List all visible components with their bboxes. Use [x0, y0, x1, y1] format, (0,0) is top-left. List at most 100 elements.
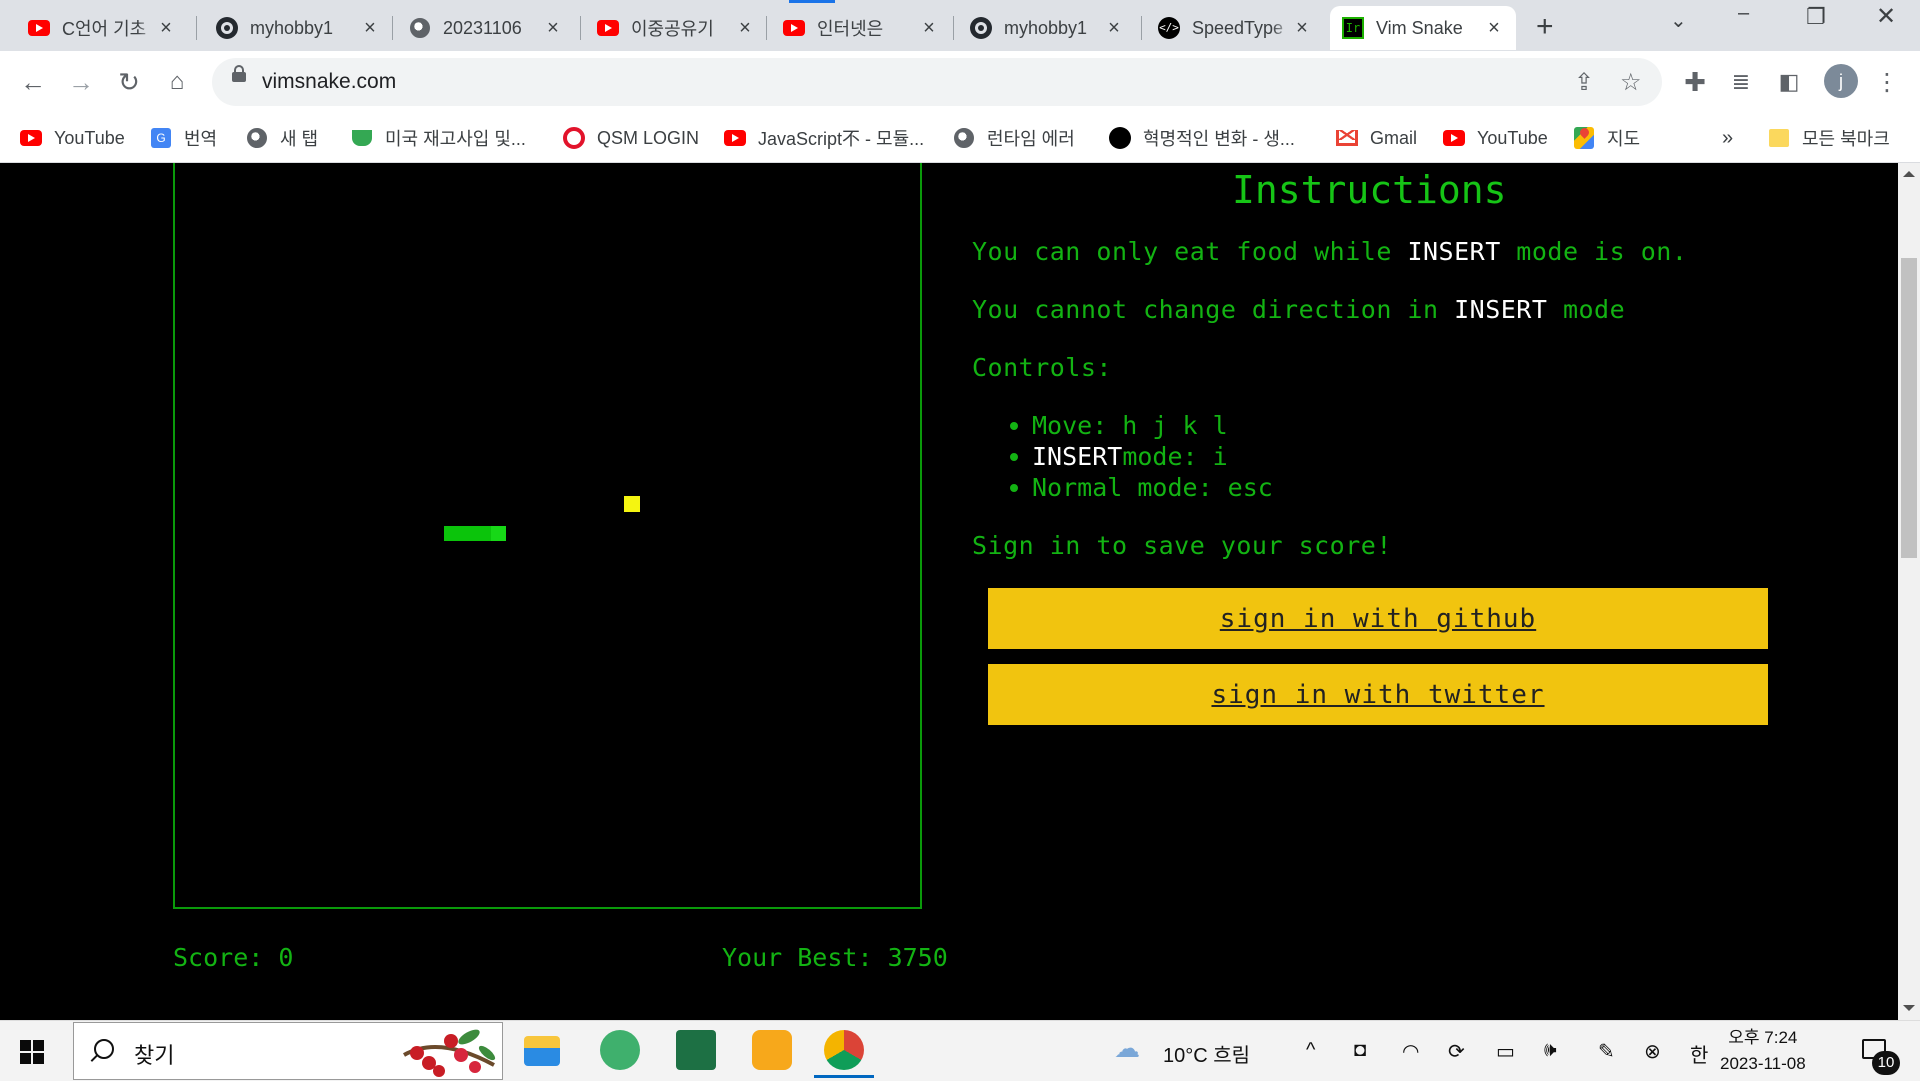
tab-youtube-c[interactable]: C언어 기초 × [16, 6, 188, 50]
minimize-icon[interactable]: – [1738, 2, 1749, 25]
youtube-icon [28, 17, 50, 39]
close-icon[interactable]: × [1104, 17, 1124, 40]
home-icon[interactable]: ⌂ [160, 65, 194, 99]
address-bar[interactable]: vimsnake.com ⇪ ☆ [212, 58, 1662, 106]
bookmark-us-stock[interactable]: 미국 재고사입 및... [351, 125, 526, 151]
battery-icon[interactable]: ▭ [1496, 1039, 1515, 1064]
bookmark-runtime-error[interactable]: 런타임 에러 [953, 125, 1075, 151]
profile-avatar[interactable]: j [1824, 64, 1858, 98]
new-tab-plus-icon[interactable]: + [1536, 10, 1554, 44]
bookmark-star-icon[interactable]: ☆ [1620, 68, 1642, 97]
close-icon[interactable]: × [1484, 17, 1504, 40]
bookmark-label: Gmail [1370, 127, 1418, 148]
close-icon[interactable]: × [1292, 17, 1312, 40]
close-icon[interactable]: × [919, 17, 939, 40]
rule-text: You cannot change direction in [972, 295, 1455, 324]
food-pellet [624, 496, 640, 512]
bookmark-youtube[interactable]: YouTube [20, 125, 125, 151]
youtube-icon [1443, 127, 1465, 149]
bookmarks-overflow-chevron-icon[interactable]: » [1722, 125, 1733, 151]
bookmark-label: 지도 [1607, 129, 1641, 149]
windows-taskbar: 찾기 ☁ 10°C 흐림 ^ ◘ ◠ ⟳ ▭ 🕪 ✎ ⊗ 한 오후 7:24 2… [0, 1020, 1920, 1081]
cup-icon [351, 127, 373, 149]
system-clock[interactable]: 오후 7:24 2023-11-08 [1720, 1025, 1806, 1077]
bookmark-label: QSM LOGIN [597, 127, 700, 148]
tab-separator [580, 16, 581, 40]
bookmark-javascript[interactable]: JavaScript不 - 모듈... [724, 125, 924, 151]
extensions-puzzle-icon[interactable]: ✚ [1678, 65, 1712, 99]
snake-head [491, 526, 506, 541]
side-panel-icon[interactable]: ◧ [1772, 65, 1806, 99]
file-explorer-icon[interactable] [524, 1036, 560, 1066]
tab-vim-snake[interactable]: Ir Vim Snake × [1330, 6, 1516, 50]
scroll-down-arrow-icon[interactable] [1903, 1005, 1915, 1011]
url-text[interactable]: vimsnake.com [262, 70, 396, 94]
scroll-up-arrow-icon[interactable] [1903, 171, 1915, 177]
sign-in-github-button[interactable]: sign in with github [988, 588, 1768, 649]
reload-icon[interactable]: ↻ [112, 65, 146, 99]
tab-speedtype[interactable]: </> SpeedType × [1146, 6, 1324, 50]
menu-dots-icon[interactable]: ⋮ [1870, 65, 1904, 99]
sign-in-twitter-button[interactable]: sign in with twitter [988, 664, 1768, 725]
best-score-text: Your Best: 3750 [722, 943, 948, 972]
globe-icon [409, 17, 431, 39]
lock-icon[interactable] [232, 65, 246, 82]
back-arrow-icon[interactable]: ← [16, 65, 50, 99]
all-bookmarks-folder[interactable]: 모든 북마크 [1768, 125, 1890, 151]
weather-text[interactable]: 10°C 흐림 [1163, 1039, 1250, 1068]
scrollbar-thumb[interactable] [1901, 258, 1917, 558]
meet-camera-icon[interactable]: ◘ [1354, 1039, 1366, 1062]
bookmark-gmail[interactable]: Gmail [1336, 125, 1417, 151]
tab-youtube-internet[interactable]: 인터넷은 × [771, 0, 951, 50]
bookmark-translate[interactable]: G 번역 [150, 125, 217, 151]
bookmark-qsm[interactable]: QSM LOGIN [563, 125, 699, 151]
forward-arrow-icon[interactable]: → [64, 65, 98, 99]
pen-icon[interactable]: ✎ [1598, 1039, 1615, 1064]
chrome-icon[interactable] [814, 1030, 874, 1078]
close-icon[interactable]: × [543, 17, 563, 40]
insert-eat-rule: You can only eat food while INSERT mode … [972, 237, 1687, 266]
share-icon[interactable]: ⇪ [1574, 68, 1594, 97]
bookmark-revolution[interactable]: 혁명적인 변화 - 생... [1109, 125, 1295, 151]
bookmark-new-tab[interactable]: 새 탭 [246, 125, 318, 151]
media-control-icon[interactable]: ≣ [1724, 65, 1758, 99]
display-sync-icon[interactable]: ⟳ [1448, 1039, 1465, 1064]
tab-youtube-router[interactable]: 이중공유기 × [585, 6, 767, 50]
taskbar-search-box[interactable]: 찾기 [73, 1022, 503, 1080]
notes-app-icon[interactable] [752, 1030, 792, 1070]
tab-github-2[interactable]: myhobby1 × [958, 6, 1136, 50]
tab-github-1[interactable]: myhobby1 × [204, 6, 392, 50]
tab-globe[interactable]: 20231106 × [397, 6, 575, 50]
list-item: Move: h j k l [1010, 410, 1273, 441]
search-placeholder: 찾기 [134, 1043, 175, 1068]
tab-separator [1141, 16, 1142, 40]
cloud-weather-icon[interactable]: ☁ [1114, 1033, 1140, 1064]
close-icon[interactable]: × [735, 17, 755, 40]
page-scrollbar[interactable] [1898, 163, 1920, 1020]
vim-snake-page: Score: 0 Your Best: 3750 Instructions Yo… [0, 163, 1898, 1020]
controls-label: Controls: [972, 353, 1112, 382]
window-close-icon[interactable]: ✕ [1876, 2, 1896, 31]
bookmark-label: 혁명적인 변화 - 생... [1143, 129, 1295, 149]
bookmark-maps[interactable]: 지도 [1573, 125, 1640, 151]
insert-direction-rule: You cannot change direction in INSERT mo… [972, 295, 1625, 324]
tray-overflow-chevron-icon[interactable]: ^ [1306, 1039, 1315, 1062]
volume-icon[interactable]: 🕪 [1544, 1039, 1557, 1062]
youtube-icon [724, 127, 746, 149]
restore-icon[interactable]: ❐ [1806, 4, 1826, 30]
tab-separator [392, 16, 393, 40]
maps-icon [1573, 127, 1595, 149]
tab-search-chevron-icon[interactable]: ⌄ [1670, 8, 1687, 33]
ime-language-indicator[interactable]: 한 [1690, 1039, 1708, 1068]
bookmark-youtube-2[interactable]: YouTube [1443, 125, 1548, 151]
black-circle-icon [1109, 127, 1131, 149]
control-highlight: INSERT [1032, 442, 1123, 471]
atom-editor-icon[interactable] [600, 1030, 640, 1070]
excel-icon[interactable] [676, 1030, 716, 1070]
windows-start-icon[interactable] [20, 1040, 44, 1064]
game-board[interactable] [173, 163, 922, 909]
close-icon[interactable]: × [360, 17, 380, 40]
close-icon[interactable]: × [156, 17, 176, 40]
wifi-icon[interactable]: ◠ [1402, 1039, 1419, 1064]
circle-x-icon[interactable]: ⊗ [1644, 1039, 1661, 1064]
